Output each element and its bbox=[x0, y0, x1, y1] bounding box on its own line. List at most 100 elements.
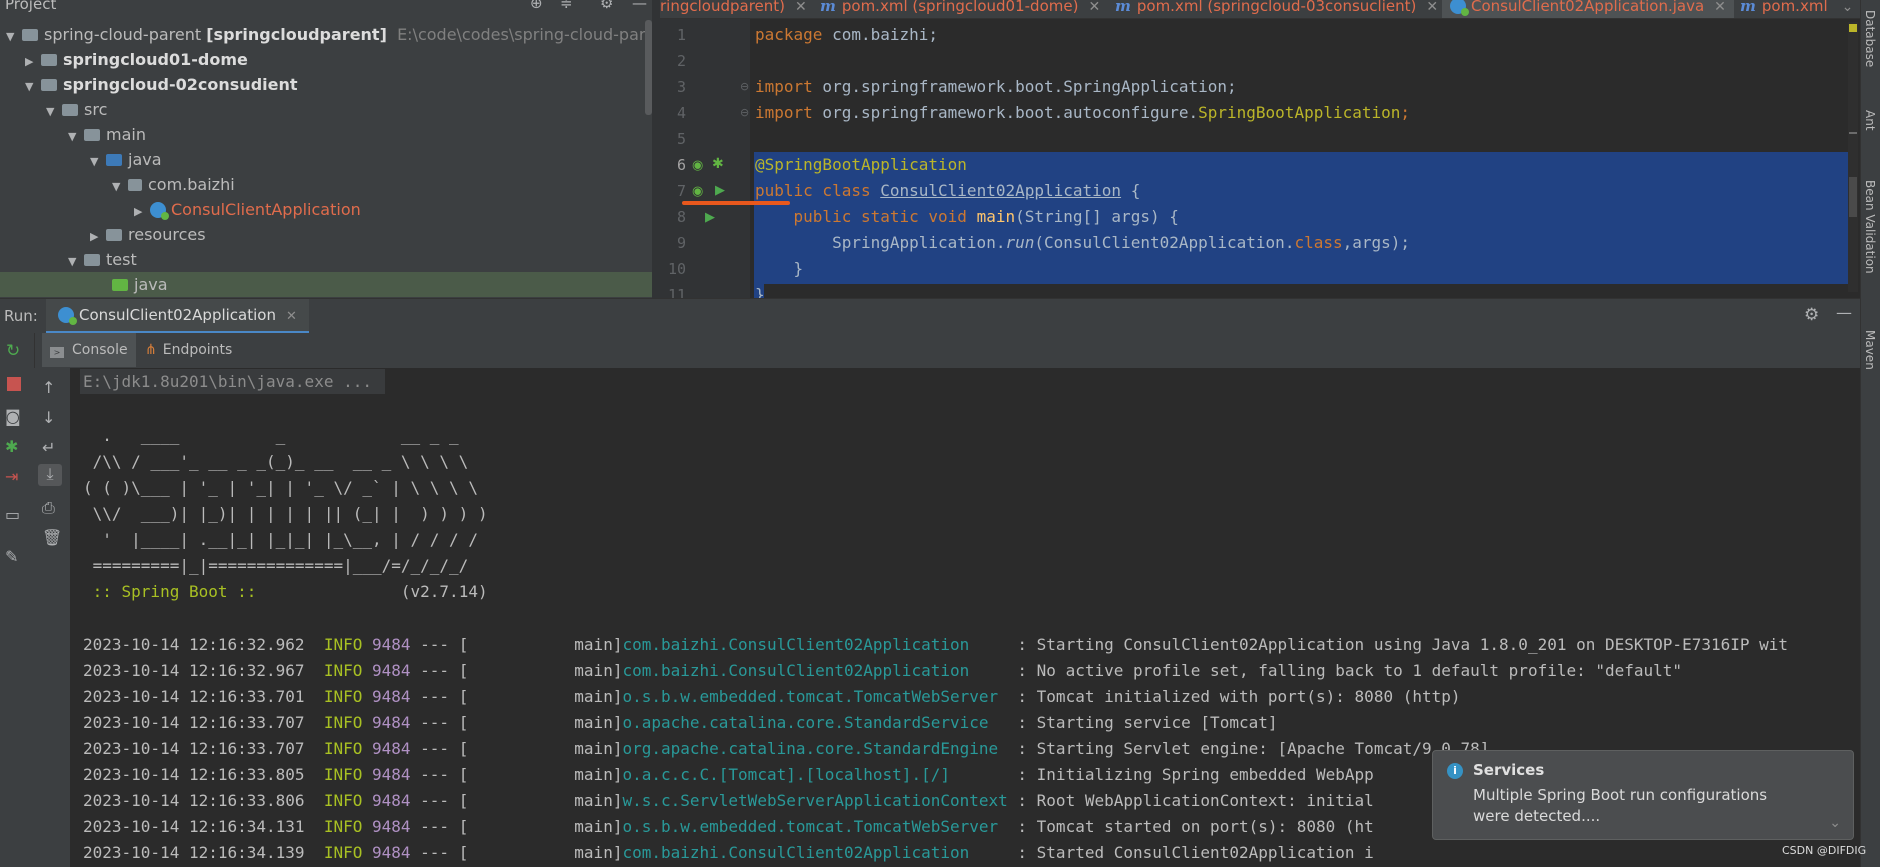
tab-pom[interactable]: m pom.xml ⌄ bbox=[1740, 0, 1853, 18]
pin-icon[interactable]: ✎ bbox=[5, 547, 18, 566]
expanded-arrow-icon[interactable]: ▼ bbox=[112, 174, 122, 199]
run-config-tab[interactable]: ConsulClient02Application ✕ bbox=[46, 299, 309, 334]
project-scrollbar[interactable] bbox=[645, 20, 652, 115]
tree-item-java[interactable]: ▼ java bbox=[90, 147, 162, 172]
stop-icon[interactable] bbox=[7, 377, 21, 391]
editor-tab-bar: ringcloudparent) ✕ m pom.xml (springcloud0… bbox=[660, 0, 1860, 19]
chevron-down-icon[interactable]: ⌄ bbox=[1829, 815, 1841, 831]
tree-item-src[interactable]: ▼ src bbox=[46, 97, 107, 122]
expanded-arrow-icon[interactable]: ▼ bbox=[90, 149, 100, 174]
class-name[interactable]: ConsulClient02Application bbox=[880, 181, 1121, 200]
gear-icon[interactable]: ⚙ bbox=[1804, 305, 1819, 325]
spring-bean-icon[interactable]: ◉ bbox=[692, 158, 703, 173]
log-logger[interactable]: com.baizhi.ConsulClient02Application bbox=[622, 843, 1007, 862]
collapsed-arrow-icon[interactable]: ▶ bbox=[90, 224, 100, 249]
collapsed-arrow-icon[interactable]: ▶ bbox=[25, 49, 35, 74]
tab-pom-dome[interactable]: m pom.xml (springcloud01-dome) ✕ bbox=[820, 0, 1100, 18]
console-icon: > bbox=[50, 347, 64, 358]
run-gutter-icon[interactable]: ▶ bbox=[705, 210, 715, 225]
tab-console[interactable]: > Console bbox=[42, 333, 136, 367]
tool-bean-validation[interactable]: Bean Validation bbox=[1863, 180, 1877, 274]
trash-icon[interactable]: 🗑 bbox=[42, 528, 62, 547]
hide-icon[interactable]: — bbox=[632, 0, 647, 12]
layout-icon[interactable]: ▭ bbox=[5, 505, 20, 524]
tool-database[interactable]: Database bbox=[1863, 10, 1877, 67]
spring-bean-icon[interactable]: ◉ bbox=[692, 184, 703, 199]
run-gutter-icon[interactable]: ▶ bbox=[715, 183, 725, 198]
up-arrow-icon[interactable]: ↑ bbox=[42, 378, 55, 397]
expanded-arrow-icon[interactable]: ▼ bbox=[68, 249, 78, 274]
scroll-thumb[interactable] bbox=[1849, 177, 1857, 217]
locate-icon[interactable]: ⊕ bbox=[530, 0, 543, 12]
scroll-marker bbox=[1849, 132, 1857, 134]
tree-item-test[interactable]: ▼ test bbox=[68, 247, 137, 272]
log-logger[interactable]: o.apache.catalina.core.StandardService bbox=[622, 713, 1007, 732]
gear-icon[interactable]: ⚙ bbox=[600, 0, 613, 12]
warning-marker[interactable] bbox=[1849, 24, 1857, 32]
log-logger[interactable]: o.s.b.w.embedded.tomcat.TomcatWebServer bbox=[622, 687, 1007, 706]
soft-wrap-icon[interactable]: ↵ bbox=[42, 438, 55, 457]
tree-item-resources[interactable]: ▶ resources bbox=[90, 222, 206, 247]
fold-icon[interactable]: ⊖ bbox=[740, 106, 749, 119]
close-icon[interactable]: ✕ bbox=[1714, 0, 1726, 15]
close-icon[interactable]: ✕ bbox=[1426, 0, 1438, 15]
close-icon[interactable]: ✕ bbox=[1088, 0, 1100, 15]
banner-line: =========|_|==============|___/=/_/_/_/ bbox=[83, 556, 469, 575]
code-text: } bbox=[755, 285, 765, 298]
log-msg: : Started ConsulClient02Application i bbox=[1007, 843, 1374, 862]
watermark: CSDN @DIFDIG bbox=[1782, 844, 1867, 857]
tree-item-root[interactable]: ▼ spring-cloud-parent [springcloudparent]… bbox=[6, 22, 652, 47]
expanded-arrow-icon[interactable]: ▼ bbox=[46, 99, 56, 124]
log-level: INFO bbox=[323, 817, 363, 836]
tree-label-module: [springcloudparent] bbox=[206, 25, 387, 44]
close-icon[interactable]: ✕ bbox=[795, 0, 807, 15]
log-logger[interactable]: org.apache.catalina.core.StandardEngine bbox=[622, 739, 1007, 758]
exit-icon[interactable]: ⇥ bbox=[5, 467, 18, 486]
collapsed-arrow-icon[interactable]: ▶ bbox=[134, 199, 144, 224]
tool-maven[interactable]: Maven bbox=[1863, 330, 1877, 370]
fold-icon[interactable]: ⊖ bbox=[740, 80, 749, 93]
debug-icon[interactable]: ✱ bbox=[5, 437, 18, 456]
tab-endpoints[interactable]: ⋔ Endpoints bbox=[145, 333, 232, 367]
close-icon[interactable]: ✕ bbox=[286, 309, 297, 324]
tree-item-package[interactable]: ▼ com.baizhi bbox=[112, 172, 235, 197]
line-number: 11 bbox=[667, 286, 686, 298]
log-pid: 9484 bbox=[372, 635, 411, 654]
log-level: INFO bbox=[323, 765, 363, 784]
project-title[interactable]: Project bbox=[5, 0, 56, 13]
log-logger[interactable]: o.s.b.w.embedded.tomcat.TomcatWebServer bbox=[622, 817, 1007, 836]
tree-item-test-java[interactable]: java bbox=[0, 272, 652, 297]
expanded-arrow-icon[interactable]: ▼ bbox=[68, 124, 78, 149]
tabs-dropdown-icon[interactable]: ⌄ bbox=[1842, 0, 1854, 15]
maven-icon: m bbox=[1115, 0, 1131, 15]
log-logger[interactable]: o.a.c.c.C.[Tomcat].[localhost].[/] bbox=[622, 765, 1007, 784]
panel-divider[interactable] bbox=[652, 0, 660, 298]
minimize-icon[interactable]: — bbox=[1836, 303, 1852, 322]
tree-item-springcloud01-dome[interactable]: ▶ springcloud01-dome bbox=[25, 47, 248, 72]
tree-item-main[interactable]: ▼ main bbox=[68, 122, 146, 147]
code-line-3: import org.springframework.boot.SpringAp… bbox=[755, 77, 1237, 96]
line-number: 4 bbox=[676, 104, 686, 122]
log-logger[interactable]: com.baizhi.ConsulClient02Application bbox=[622, 635, 1007, 654]
rerun-icon[interactable]: ↻ bbox=[6, 341, 20, 361]
tree-item-springcloud-02consudient[interactable]: ▼ springcloud-02consudient bbox=[25, 72, 298, 97]
expanded-arrow-icon[interactable]: ▼ bbox=[6, 24, 16, 49]
log-logger[interactable]: w.s.c.ServletWebServerApplicationContext bbox=[622, 791, 1007, 810]
scroll-to-end-icon[interactable]: ⤓ bbox=[38, 464, 62, 486]
services-notification[interactable]: i Services Multiple Spring Boot run conf… bbox=[1432, 750, 1854, 840]
camera-icon[interactable]: ◙ bbox=[5, 407, 21, 426]
spring-config-icon[interactable]: ✱ bbox=[712, 156, 724, 172]
tab-pom-consuclient[interactable]: m pom.xml (springcloud-03consuclient) ✕ bbox=[1115, 0, 1438, 18]
expanded-arrow-icon[interactable]: ▼ bbox=[25, 74, 35, 99]
editor-scrollbar[interactable] bbox=[1848, 22, 1858, 292]
log-logger[interactable]: com.baizhi.ConsulClient02Application bbox=[622, 661, 1007, 680]
log-line: 2023-10-14 12:16:33.707 INFO 9484 --- [ … bbox=[83, 739, 1489, 758]
tab-consul-client-02-application[interactable]: ConsulClient02Application.java ✕ bbox=[1442, 0, 1734, 18]
collapse-icon[interactable]: ≑ bbox=[560, 0, 573, 12]
code-line-6: @SpringBootApplication bbox=[755, 155, 967, 174]
tool-ant[interactable]: Ant bbox=[1863, 110, 1877, 131]
down-arrow-icon[interactable]: ↓ bbox=[42, 408, 55, 427]
print-icon[interactable]: ⎙ bbox=[42, 498, 55, 518]
tree-item-consul-client-application[interactable]: ▶ ConsulClientApplication bbox=[134, 197, 361, 222]
tab-parent-pom[interactable]: ringcloudparent) ✕ bbox=[660, 0, 807, 18]
